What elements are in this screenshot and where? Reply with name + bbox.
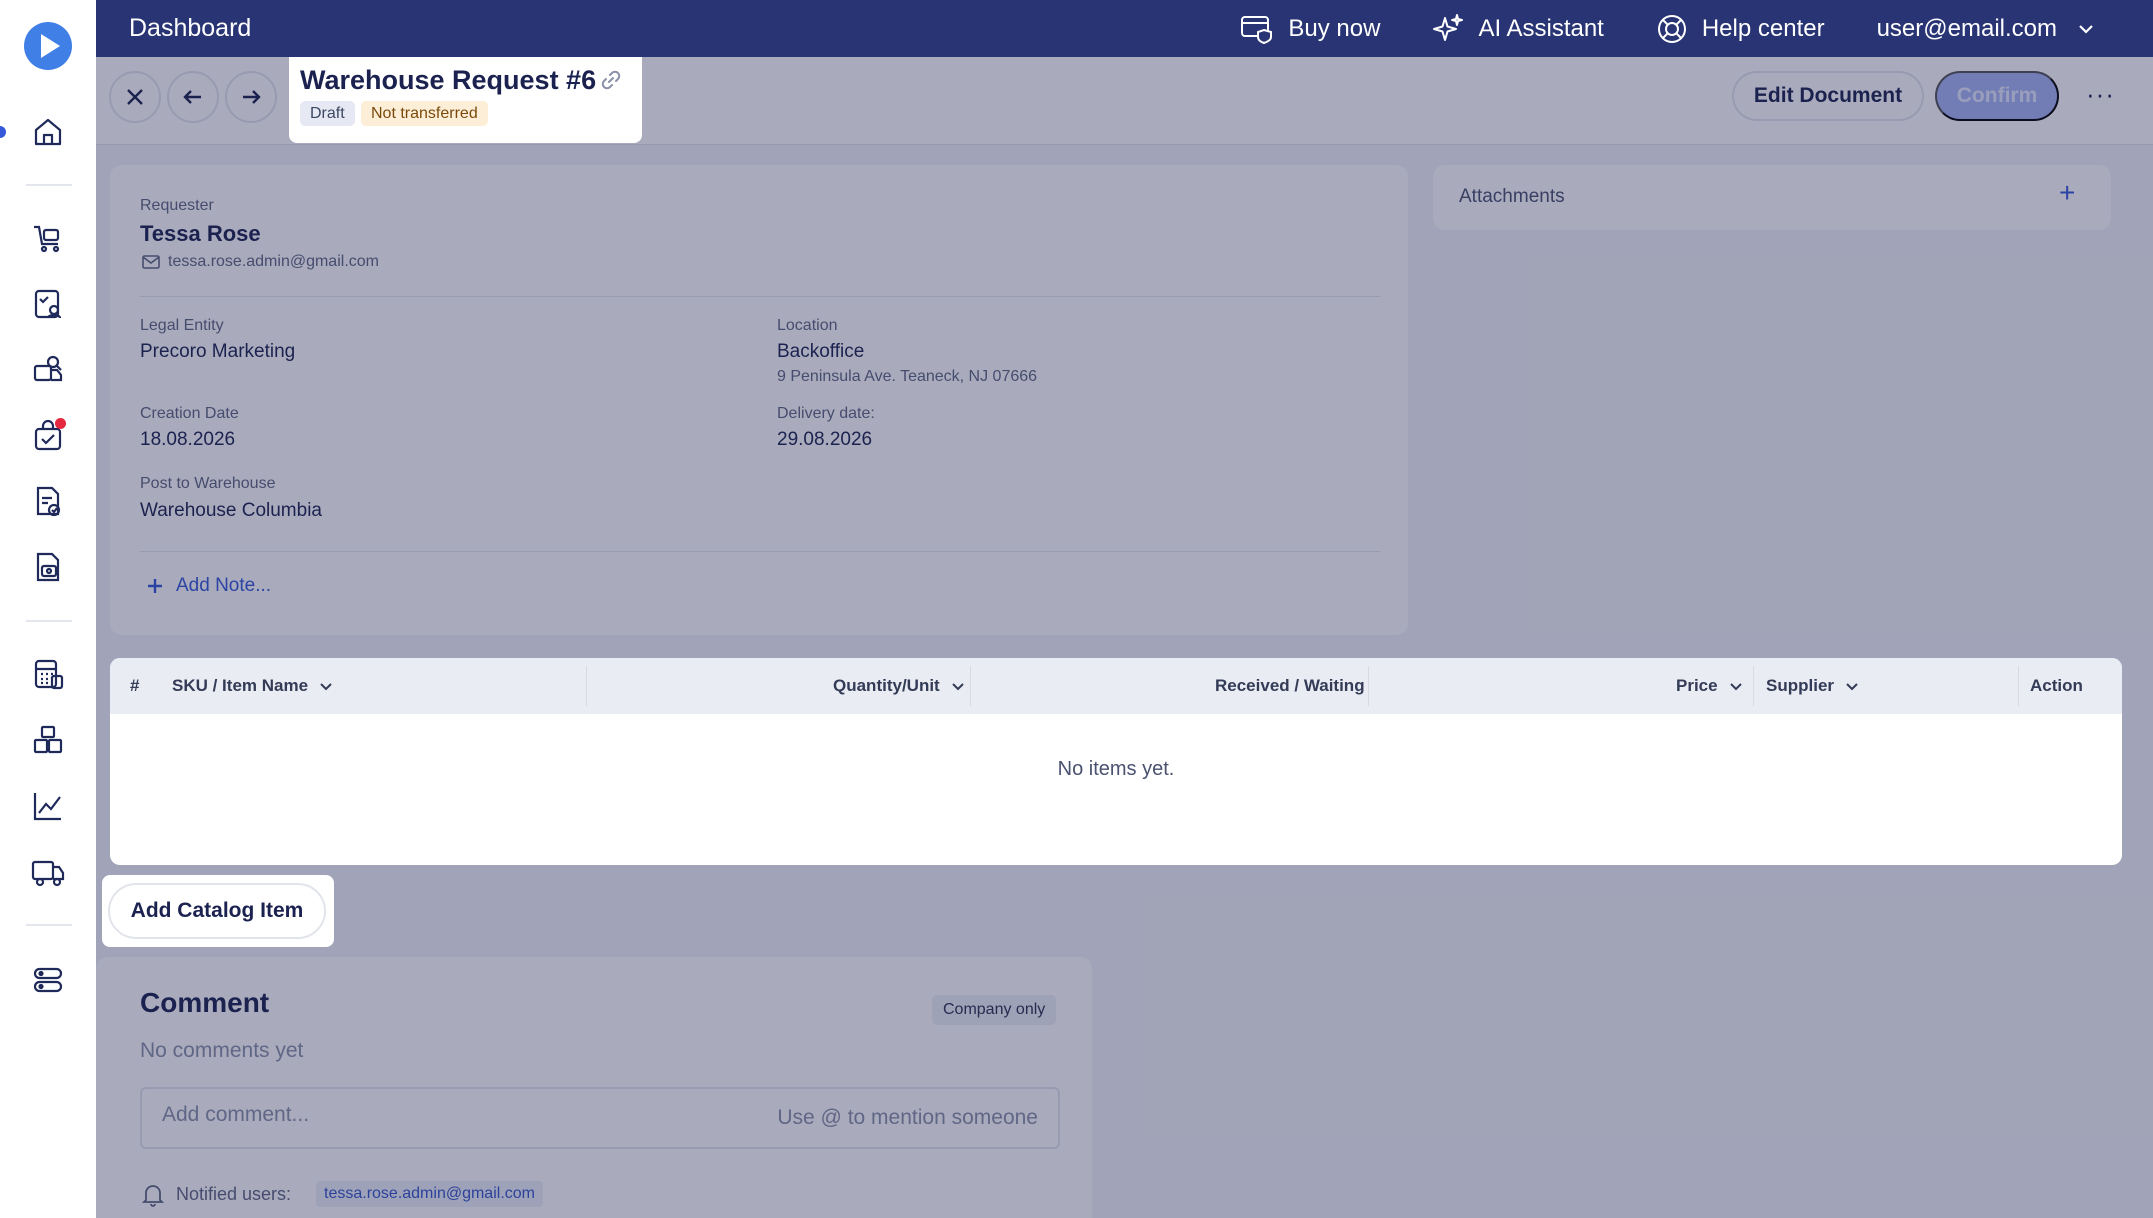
purchase-cart-icon[interactable] xyxy=(28,218,68,258)
column-action: Action xyxy=(2030,676,2083,695)
help-center-link[interactable]: Help center xyxy=(1656,13,1825,45)
top-navigation: Dashboard Buy now AI Assistant Help cent… xyxy=(96,0,2153,57)
chevron-down-icon xyxy=(1729,683,1742,691)
active-indicator xyxy=(0,126,6,138)
items-table: # SKU / Item Name Quantity/Unit Received… xyxy=(110,658,2122,865)
budgets-calculator-icon[interactable] xyxy=(28,654,68,694)
warehouse-boxes-icon[interactable] xyxy=(28,720,68,760)
link-icon[interactable] xyxy=(600,69,622,91)
add-catalog-item-button[interactable]: Add Catalog Item xyxy=(108,883,326,939)
status-badge-draft: Draft xyxy=(300,101,355,126)
column-separator xyxy=(1753,666,1754,706)
sidebar-divider xyxy=(26,924,72,926)
user-menu[interactable]: user@email.com xyxy=(1877,15,2097,43)
chevron-down-icon xyxy=(952,683,964,691)
chevron-down-icon xyxy=(320,683,332,691)
approvals-icon[interactable] xyxy=(28,284,68,324)
ai-assistant-label: AI Assistant xyxy=(1478,14,1604,42)
orders-bag-icon[interactable] xyxy=(28,416,68,456)
payments-icon[interactable] xyxy=(28,548,68,588)
column-sku-item-name[interactable]: SKU / Item Name xyxy=(172,658,334,714)
precoro-logo-icon[interactable] xyxy=(24,22,72,70)
lifebuoy-icon xyxy=(1657,14,1686,43)
column-separator xyxy=(2018,666,2019,706)
buy-now-label: Buy now xyxy=(1288,14,1381,42)
supplier-search-icon[interactable] xyxy=(28,350,68,390)
delivery-truck-icon[interactable] xyxy=(28,852,68,892)
sidebar xyxy=(0,0,96,1218)
help-center-label: Help center xyxy=(1701,14,1825,42)
sidebar-divider xyxy=(26,620,72,622)
dashboard-link[interactable]: Dashboard xyxy=(129,14,251,43)
modal-overlay xyxy=(96,57,2153,1218)
table-header: # SKU / Item Name Quantity/Unit Received… xyxy=(110,658,2122,714)
document-title: Warehouse Request #6 xyxy=(300,65,597,95)
card-shield-icon xyxy=(1241,15,1273,44)
sparkle-icon xyxy=(1433,13,1464,41)
empty-table-message: No items yet. xyxy=(1057,758,1175,780)
column-quantity-unit[interactable]: Quantity/Unit xyxy=(833,658,966,714)
topnav-links: Buy now AI Assistant Help center user@em… xyxy=(1188,0,2097,57)
add-catalog-item-highlight: Add Catalog Item xyxy=(102,875,334,947)
invoices-icon[interactable] xyxy=(28,482,68,522)
buy-now-link[interactable]: Buy now xyxy=(1240,14,1380,44)
column-supplier[interactable]: Supplier xyxy=(1766,658,1860,714)
column-separator xyxy=(586,666,587,706)
analytics-chart-icon[interactable] xyxy=(28,786,68,826)
ai-assistant-link[interactable]: AI Assistant xyxy=(1432,13,1604,45)
sidebar-divider xyxy=(26,184,72,186)
status-badge-transfer: Not transferred xyxy=(361,101,488,126)
column-price[interactable]: Price xyxy=(1676,658,1744,714)
integrations-icon[interactable] xyxy=(28,960,68,1000)
column-separator xyxy=(1368,666,1369,706)
notification-badge xyxy=(55,418,66,429)
user-email: user@email.com xyxy=(1876,14,2057,42)
home-icon[interactable] xyxy=(28,112,68,152)
chevron-down-icon xyxy=(1846,683,1858,691)
column-index: # xyxy=(130,676,140,695)
column-received-waiting: Received / Waiting xyxy=(1215,676,1365,695)
document-title-card: Warehouse Request #6 Draft Not transferr… xyxy=(289,57,642,143)
column-separator xyxy=(970,666,971,706)
chevron-down-icon xyxy=(2079,24,2093,34)
